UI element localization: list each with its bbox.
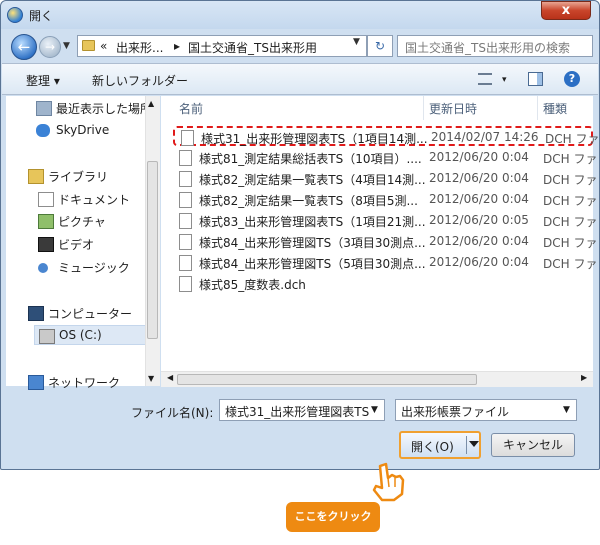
organize-menu[interactable]: 整理 ▾ [26, 72, 60, 89]
nav-item-computer[interactable]: コンピューター [28, 303, 146, 323]
column-divider[interactable] [537, 96, 538, 120]
music-icon [38, 263, 48, 273]
nav-item-network[interactable]: ネットワーク [28, 372, 146, 392]
drive-icon [39, 329, 55, 344]
network-icon [28, 375, 44, 390]
navigation-pane: 最近表示した場所 SkyDrive ライブラリ ドキュメント ピクチャ ビデオ … [6, 96, 160, 390]
view-dropdown-icon[interactable]: ▾ [502, 75, 507, 85]
breadcrumb-overflow[interactable]: « [100, 39, 107, 53]
refresh-button[interactable]: ↻ [367, 35, 393, 57]
history-dropdown-icon[interactable]: ▼ [63, 41, 70, 51]
open-dropdown-icon[interactable] [469, 441, 479, 447]
window-title: 開く [29, 9, 54, 23]
file-row[interactable]: 様式82_測定結果一覧表TS（8項目5測... 2012/06/20 0:04 … [173, 190, 597, 210]
file-row[interactable]: 様式83_出来形管理図表TS（1項目21測... 2012/06/20 0:05… [173, 211, 597, 231]
column-header-date[interactable]: 更新日時 [429, 100, 477, 117]
file-icon [179, 213, 192, 229]
skydrive-icon [36, 124, 50, 137]
split-divider [466, 436, 467, 454]
documents-icon [38, 192, 54, 207]
nav-item-drive-c[interactable]: OS (C:) [34, 325, 146, 345]
address-dropdown-icon[interactable]: ▼ [353, 37, 360, 47]
file-row[interactable]: 様式82_測定結果一覧表TS（4項目14測... 2012/06/20 0:04… [173, 169, 597, 189]
nav-item-pictures[interactable]: ピクチャ [38, 211, 146, 231]
open-button-label: 開く(O) [411, 440, 454, 454]
forward-arrow-icon: → [44, 40, 56, 54]
nav-item-videos[interactable]: ビデオ [38, 234, 146, 254]
close-button[interactable]: x [541, 1, 591, 20]
new-folder-button[interactable]: 新しいフォルダー [92, 72, 188, 89]
file-row-selected[interactable]: 様式31_出来形管理図表TS（1項目14測... 2014/02/07 14:2… [173, 126, 599, 146]
nav-item-music[interactable]: ミュージック [38, 257, 146, 277]
filetype-dropdown-icon[interactable]: ▼ [563, 405, 570, 415]
nav-scroll-thumb[interactable] [147, 161, 158, 339]
file-list: 名前 更新日時 種類 様式31_出来形管理図表TS（1項目14測... 2014… [161, 96, 599, 386]
filename-dropdown-icon[interactable]: ▼ [371, 405, 378, 415]
file-icon [181, 130, 194, 146]
file-row[interactable]: 様式85_度数表.dch [173, 274, 593, 294]
nav-item-recent[interactable]: 最近表示した場所 [36, 98, 146, 118]
scroll-down-icon[interactable]: ▼ [148, 374, 154, 383]
column-divider[interactable] [423, 96, 424, 120]
view-options-icon[interactable] [478, 73, 492, 85]
filename-label: ファイル名(N): [131, 406, 214, 420]
app-icon [7, 7, 23, 23]
horizontal-scroll-thumb[interactable] [177, 374, 477, 385]
filename-input[interactable]: 様式31_出来形管理図表TS [219, 399, 385, 421]
search-input[interactable]: 国土交通省_TS出来形用の検索 [397, 35, 593, 57]
nav-item-libraries[interactable]: ライブラリ [28, 166, 146, 186]
back-arrow-icon: ← [17, 38, 31, 56]
click-here-callout: ここをクリック [286, 502, 380, 532]
scroll-up-icon[interactable]: ▲ [148, 99, 154, 108]
back-button[interactable]: ← [11, 34, 37, 60]
file-icon [179, 150, 192, 166]
computer-icon [28, 306, 44, 321]
nav-item-documents[interactable]: ドキュメント [38, 189, 146, 209]
open-file-dialog: 開く x ← → ▼ « 出来形... ▸ 国土交通省_TS出来形用 ▼ ↻ 国… [0, 0, 600, 470]
cancel-button[interactable]: キャンセル [491, 433, 575, 457]
column-header-name[interactable]: 名前 [179, 100, 203, 117]
file-row[interactable]: 様式84_出来形管理図TS（5項目30測点... 2012/06/20 0:04… [173, 253, 597, 273]
command-bar: 整理 ▾ 新しいフォルダー ▾ ? [2, 63, 598, 95]
help-icon[interactable]: ? [564, 71, 580, 87]
file-row[interactable]: 様式81_測定結果総括表TS（10項目）.... 2012/06/20 0:04… [173, 148, 597, 168]
breadcrumb-parent[interactable]: 出来形... [116, 39, 163, 56]
nav-item-skydrive[interactable]: SkyDrive [36, 121, 146, 141]
breadcrumb-current[interactable]: 国土交通省_TS出来形用 [188, 39, 317, 56]
breadcrumb-separator[interactable]: ▸ [174, 39, 180, 53]
scroll-left-icon[interactable]: ◀ [167, 373, 173, 382]
file-row[interactable]: 様式84_出来形管理図TS（3項目30測点... 2012/06/20 0:04… [173, 232, 597, 252]
scroll-right-icon[interactable]: ▶ [581, 373, 587, 382]
file-icon [179, 234, 192, 250]
file-icon [179, 276, 192, 292]
refresh-icon: ↻ [374, 39, 386, 53]
preview-pane-icon[interactable] [528, 72, 543, 86]
recent-places-icon [36, 101, 52, 116]
file-icon [179, 255, 192, 271]
address-bar[interactable]: « 出来形... ▸ 国土交通省_TS出来形用 [77, 35, 367, 57]
libraries-icon [28, 169, 44, 184]
forward-button[interactable]: → [39, 36, 61, 58]
pointing-hand-icon [372, 462, 405, 502]
title-bar[interactable]: 開く x [1, 1, 599, 29]
filetype-select[interactable]: 出来形帳票ファイル [395, 399, 577, 421]
open-button[interactable]: 開く(O) [399, 431, 481, 459]
videos-icon [38, 237, 54, 252]
pictures-icon [38, 214, 54, 229]
folder-icon [82, 40, 95, 51]
column-header-type[interactable]: 種類 [543, 100, 567, 117]
file-icon [179, 192, 192, 208]
file-icon [179, 171, 192, 187]
